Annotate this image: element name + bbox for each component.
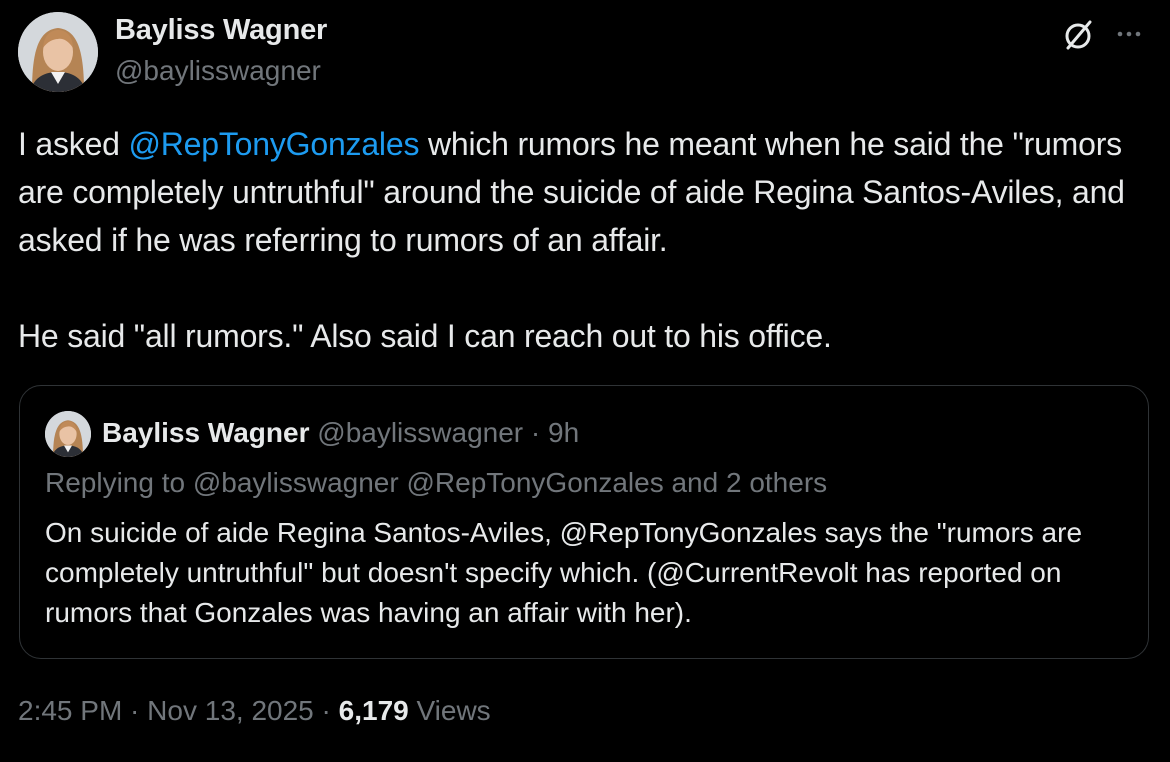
- quote-header: Bayliss Wagner @baylisswagner · 9h: [102, 417, 579, 449]
- quote-author-handle[interactable]: @baylisswagner: [317, 417, 523, 448]
- views-label: Views: [408, 695, 491, 726]
- quote-timestamp[interactable]: 9h: [548, 417, 579, 448]
- views-count: 6,179: [338, 695, 409, 726]
- author-handle[interactable]: @baylisswagner: [115, 55, 321, 87]
- tweet-text-pre: I asked: [18, 126, 129, 162]
- quote-separator: ·: [530, 417, 541, 448]
- quote-author-name[interactable]: Bayliss Wagner: [102, 417, 309, 448]
- tweet-meta: 2:45 PM · Nov 13, 2025 · 6,179 Views: [18, 695, 491, 727]
- tweet-paragraph-1: I asked @RepTonyGonzales which rumors he…: [18, 120, 1138, 264]
- author-avatar[interactable]: [18, 12, 98, 92]
- grok-icon[interactable]: [1062, 18, 1096, 52]
- quote-text-body: On suicide of aide Regina Santos-Aviles,…: [45, 517, 1083, 628]
- tweet-date[interactable]: Nov 13, 2025: [147, 695, 314, 726]
- mention-link[interactable]: @RepTonyGonzales: [128, 126, 419, 162]
- quote-replying-to: Replying to @baylisswagner @RepTonyGonza…: [45, 467, 828, 498]
- tweet-paragraph-2: He said "all rumors." Also said I can re…: [18, 318, 832, 354]
- quote-author-avatar[interactable]: [45, 411, 91, 457]
- meta-separator: ·: [122, 695, 148, 726]
- quoted-tweet-card[interactable]: Bayliss Wagner @baylisswagner · 9h Reply…: [19, 385, 1149, 659]
- tweet-text: I asked @RepTonyGonzales which rumors he…: [18, 120, 1138, 360]
- quote-text: On suicide of aide Regina Santos-Aviles,…: [45, 513, 1130, 633]
- author-name[interactable]: Bayliss Wagner: [115, 14, 327, 47]
- tweet: Bayliss Wagner @baylisswagner I asked @R…: [0, 0, 1170, 762]
- more-options-icon[interactable]: [1112, 17, 1146, 51]
- tweet-time[interactable]: 2:45 PM: [18, 695, 122, 726]
- meta-separator: ·: [313, 695, 339, 726]
